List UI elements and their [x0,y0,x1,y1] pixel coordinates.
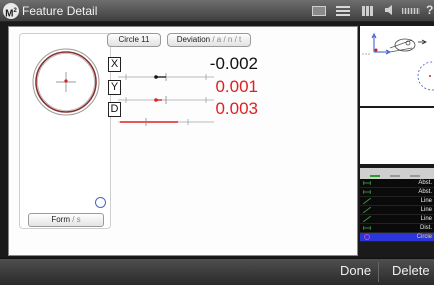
list-item-label: Abst. [418,180,432,186]
list-item-label: Line [420,207,432,213]
feature-list: Abst. Abst. Line Line Line Dist. Circle [360,179,434,242]
logo-letter: M [5,8,14,20]
indicator-circle-icon [95,197,106,208]
circle-icon [364,234,370,240]
form-button-label: Form [51,215,70,224]
list-item-label: Line [420,216,432,222]
distance-icon [363,225,371,231]
list-item-label: Line [420,198,432,204]
delete-button[interactable]: Delete [392,263,430,278]
distance-icon [363,180,371,186]
bottom-bar: Done Delete [0,258,434,285]
form-circle-graphic [32,48,100,116]
window-title: Feature Detail [22,4,98,18]
divider [378,262,379,282]
list-item[interactable]: Abst. [360,188,434,197]
line-icon [363,198,371,204]
list-view-icon[interactable] [336,6,350,16]
volume-icon[interactable] [384,4,396,16]
list-item-label: Dist. [420,225,432,231]
feature-detail-panel: Form / s Circle 11 Deviation / a / n / t… [8,26,358,256]
line-icon [363,207,371,213]
deviation-modes: / a / n / t [210,35,242,44]
deviation-bar-d [118,118,214,126]
list-item[interactable]: Abst. [360,179,434,188]
list-item[interactable]: Line [360,215,434,224]
right-panel: Abst. Abst. Line Line Line Dist. Circle [360,26,434,256]
deviation-value-d: 0.003 [215,99,258,118]
feature-name-button[interactable]: Circle 11 [107,33,161,47]
axis-label-y: Y [108,80,121,95]
part-view[interactable] [360,26,434,106]
deviation-button[interactable]: Deviation / a / n / t [167,33,251,47]
ruler-icon[interactable] [402,8,420,14]
form-button-mode: / s [70,215,81,224]
app-logo-icon[interactable]: M2 [3,3,19,19]
title-bar: M2 Feature Detail ? [0,0,434,22]
list-item[interactable]: Line [360,197,434,206]
deviation-value-y: 0.001 [215,77,258,96]
form-button[interactable]: Form / s [28,213,104,227]
deviation-label: Deviation [176,35,211,44]
list-item-selected[interactable]: Circle [360,233,434,242]
list-item[interactable]: Line [360,206,434,215]
grid-view-icon[interactable] [362,6,374,16]
list-item-label: Abst. [418,189,432,195]
list-item[interactable]: Dist. [360,224,434,233]
distance-icon [363,189,371,195]
feature-list-header[interactable] [360,168,434,181]
done-button[interactable]: Done [336,263,375,278]
help-icon[interactable]: ? [426,3,433,17]
axis-label-d: D [108,102,121,117]
axis-label-x: X [108,57,121,72]
form-view: Form / s [19,33,111,229]
list-item-label: Circle [416,234,432,240]
part-view-lower [360,108,434,164]
line-icon [363,216,371,222]
deviation-row-d: D 0.003 [108,99,258,132]
keyboard-icon[interactable] [312,6,326,16]
